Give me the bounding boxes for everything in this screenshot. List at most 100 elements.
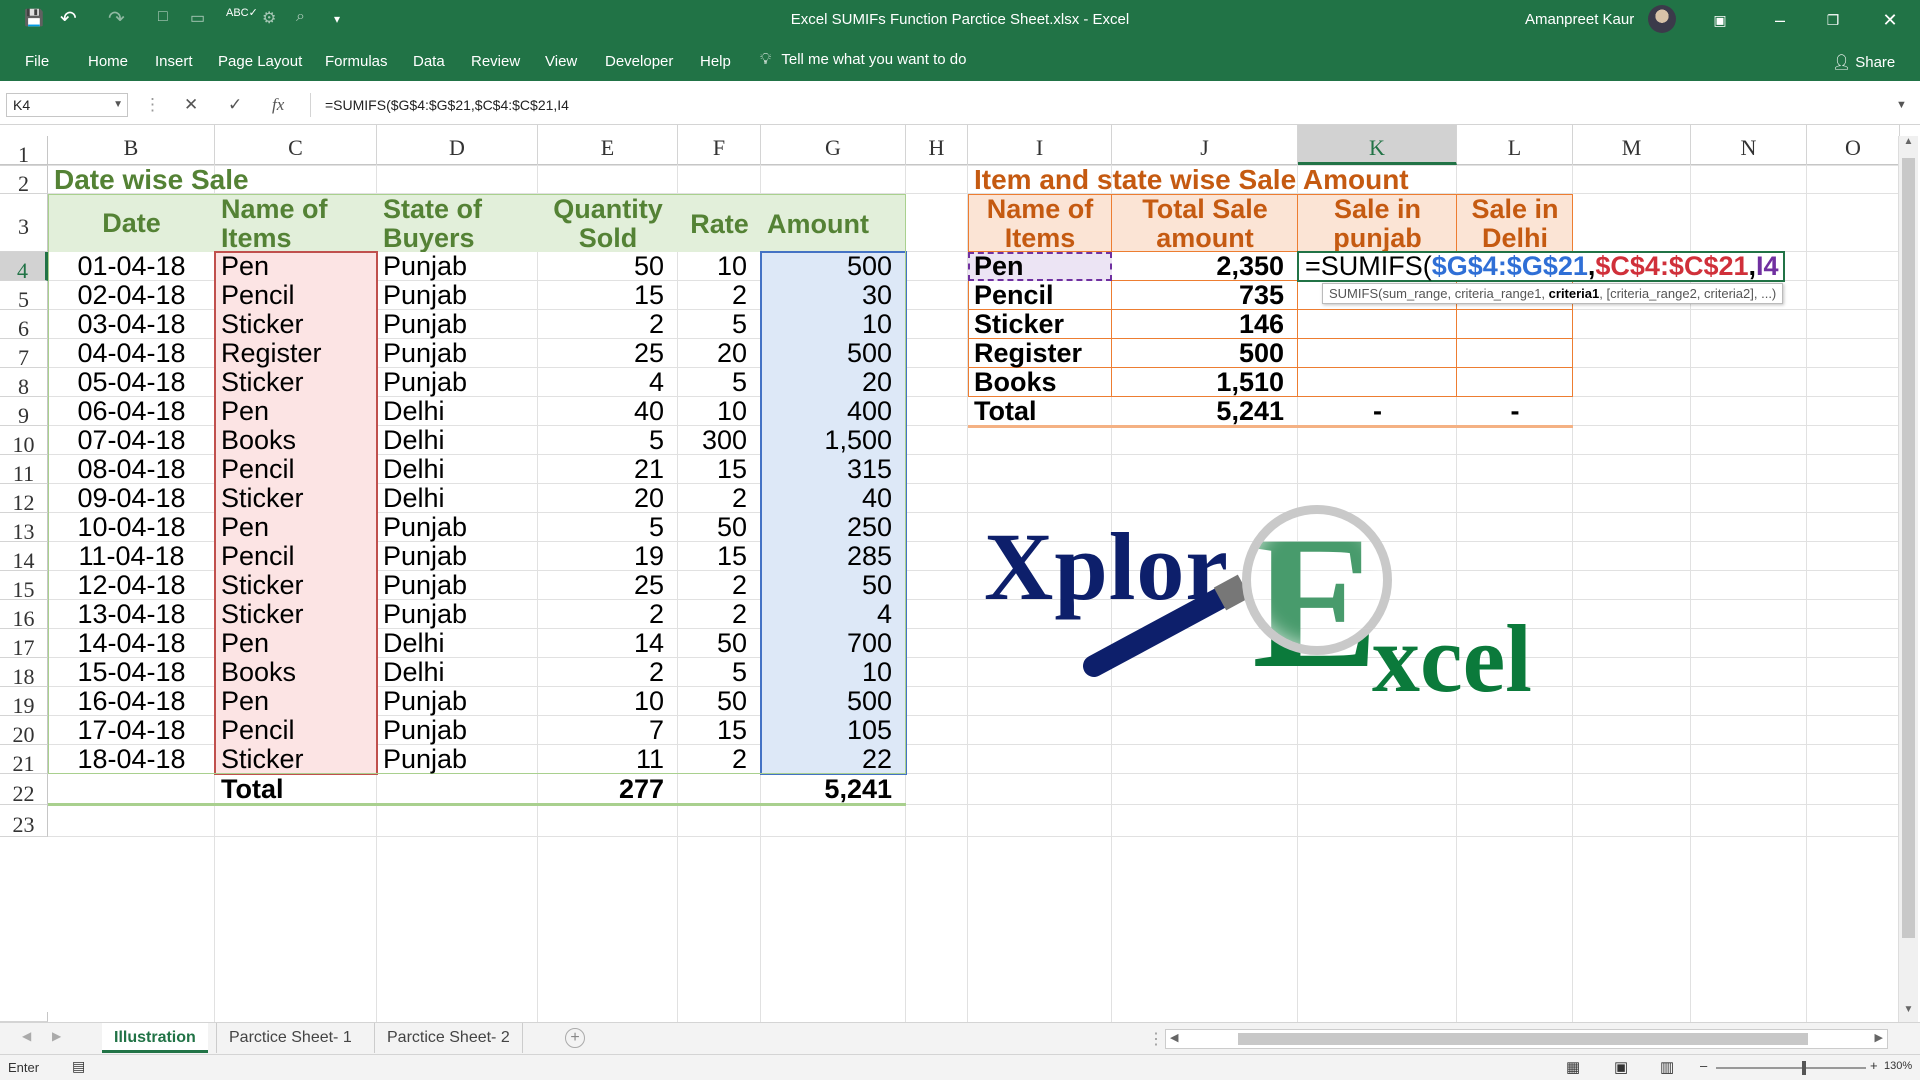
next-sheet-icon[interactable]: ▶ xyxy=(52,1029,61,1043)
cell-qty[interactable]: 10 xyxy=(538,687,678,716)
tab-data[interactable]: Data xyxy=(413,53,445,70)
cell-date[interactable]: 14-04-18 xyxy=(48,629,215,658)
cell-amount[interactable]: 250 xyxy=(761,513,906,542)
active-cell-editor[interactable]: =SUMIFS($G$4:$G$21,$C$4:$C$21,I4 xyxy=(1297,251,1785,282)
cell-item[interactable]: Pen xyxy=(215,513,377,542)
cell-rate[interactable]: 5 xyxy=(678,368,761,397)
cell-amount[interactable]: 500 xyxy=(761,252,906,281)
cell-state[interactable]: Punjab xyxy=(377,571,538,600)
cell-r-total[interactable]: 735 xyxy=(1112,281,1298,310)
scroll-down-icon[interactable]: ▼ xyxy=(1899,1004,1918,1022)
header-r-delhi[interactable]: Sale in Delhi xyxy=(1457,194,1573,253)
cell-amount[interactable]: 30 xyxy=(761,281,906,310)
row-header-5[interactable]: 5 xyxy=(0,281,48,312)
row-header-10[interactable]: 10 xyxy=(0,426,48,457)
cell-qty[interactable]: 25 xyxy=(538,339,678,368)
cell-date[interactable]: 07-04-18 xyxy=(48,426,215,455)
sheet-tab-illustration[interactable]: Illustration xyxy=(102,1023,208,1053)
cell-date[interactable]: 01-04-18 xyxy=(48,252,215,281)
row-header-12[interactable]: 12 xyxy=(0,484,48,515)
cell-r-total[interactable]: 146 xyxy=(1112,310,1298,339)
row-header-16[interactable]: 16 xyxy=(0,600,48,631)
function-tooltip[interactable]: SUMIFS(sum_range, criteria_range1, crite… xyxy=(1322,283,1784,304)
chevron-down-icon[interactable]: ▼ xyxy=(113,94,123,116)
expand-formula-bar-icon[interactable]: ▼ xyxy=(1896,99,1907,111)
cell-state[interactable]: Punjab xyxy=(377,310,538,339)
cell-item[interactable]: Pencil xyxy=(215,281,377,310)
tab-developer[interactable]: Developer xyxy=(605,53,673,70)
cell-date[interactable]: 11-04-18 xyxy=(48,542,215,571)
cell-date[interactable]: 06-04-18 xyxy=(48,397,215,426)
cell-qty[interactable]: 5 xyxy=(538,513,678,542)
cell-date[interactable]: 10-04-18 xyxy=(48,513,215,542)
left-table-title[interactable]: Date wise Sale xyxy=(48,166,538,194)
cell-r-total[interactable]: 500 xyxy=(1112,339,1298,368)
scroll-right-icon[interactable]: ▶ xyxy=(1875,1031,1883,1044)
scroll-left-icon[interactable]: ◀ xyxy=(1170,1031,1178,1044)
cell-rate[interactable]: 2 xyxy=(678,571,761,600)
cell-rate[interactable]: 2 xyxy=(678,600,761,629)
cell-item[interactable]: Pen xyxy=(215,629,377,658)
cell-qty[interactable]: 50 xyxy=(538,252,678,281)
cell-r-item[interactable]: Pencil xyxy=(968,281,1112,310)
cell-r-total[interactable]: 2,350 xyxy=(1112,252,1298,281)
cell-date[interactable]: 09-04-18 xyxy=(48,484,215,513)
col-header-h[interactable]: H xyxy=(906,125,968,165)
restore-icon[interactable]: ❐ xyxy=(1818,6,1848,34)
tab-insert[interactable]: Insert xyxy=(155,53,193,70)
cell-qty[interactable]: 2 xyxy=(538,310,678,339)
tab-review[interactable]: Review xyxy=(471,53,520,70)
cell-item[interactable]: Sticker xyxy=(215,368,377,397)
col-header-d[interactable]: D xyxy=(377,125,538,165)
cell-item[interactable]: Books xyxy=(215,658,377,687)
cell-state[interactable]: Punjab xyxy=(377,687,538,716)
header-state[interactable]: State of Buyers xyxy=(377,194,538,253)
cell-state[interactable]: Delhi xyxy=(377,484,538,513)
cell-rate[interactable]: 5 xyxy=(678,310,761,339)
cell-item[interactable]: Pen xyxy=(215,687,377,716)
cell-qty[interactable]: 40 xyxy=(538,397,678,426)
cell-total-qty[interactable]: 277 xyxy=(538,774,678,805)
row-header-11[interactable]: 11 xyxy=(0,455,48,486)
cell-date[interactable]: 02-04-18 xyxy=(48,281,215,310)
header-r-items[interactable]: Name of Items xyxy=(968,194,1112,253)
row-header-15[interactable]: 15 xyxy=(0,571,48,602)
cell-rate[interactable]: 2 xyxy=(678,281,761,310)
row-header-18[interactable]: 18 xyxy=(0,658,48,689)
cell-date[interactable]: 03-04-18 xyxy=(48,310,215,339)
tab-home[interactable]: Home xyxy=(88,53,128,70)
sheet-tab-practice-1[interactable]: Parctice Sheet- 1 xyxy=(216,1023,364,1053)
cell-date[interactable]: 18-04-18 xyxy=(48,745,215,774)
cell-amount[interactable]: 50 xyxy=(761,571,906,600)
cell-amount[interactable]: 700 xyxy=(761,629,906,658)
header-r-punjab[interactable]: Sale in punjab xyxy=(1298,194,1457,253)
cell-r-total-punjab[interactable]: - xyxy=(1298,397,1457,426)
cell-state[interactable]: Punjab xyxy=(377,716,538,745)
cell-item[interactable]: Books xyxy=(215,426,377,455)
formula-input[interactable]: =SUMIFS($G$4:$G$21,$C$4:$C$21,I4 xyxy=(310,93,1910,117)
cell-amount[interactable]: 10 xyxy=(761,310,906,339)
cell-qty[interactable]: 11 xyxy=(538,745,678,774)
col-header-l[interactable]: L xyxy=(1457,125,1573,165)
horizontal-scrollbar[interactable]: ◀ ▶ xyxy=(1165,1029,1888,1049)
header-date[interactable]: Date xyxy=(48,194,215,252)
cell-rate[interactable]: 20 xyxy=(678,339,761,368)
cell-r-item[interactable]: Pen xyxy=(968,252,1112,281)
cell-qty[interactable]: 5 xyxy=(538,426,678,455)
cell-qty[interactable]: 4 xyxy=(538,368,678,397)
cell-state[interactable]: Punjab xyxy=(377,339,538,368)
cell-r-item[interactable]: Sticker xyxy=(968,310,1112,339)
cell-state[interactable]: Delhi xyxy=(377,397,538,426)
cell-item[interactable]: Pen xyxy=(215,397,377,426)
cell-r-item[interactable]: Register xyxy=(968,339,1112,368)
tab-formulas[interactable]: Formulas xyxy=(325,53,388,70)
cell-amount[interactable]: 285 xyxy=(761,542,906,571)
worksheet-grid[interactable]: Date wise Sale Date Name of Items State of … xyxy=(48,165,1898,1022)
cell-date[interactable]: 04-04-18 xyxy=(48,339,215,368)
cell-state[interactable]: Delhi xyxy=(377,658,538,687)
row-header-7[interactable]: 7 xyxy=(0,339,48,370)
cell-amount[interactable]: 40 xyxy=(761,484,906,513)
cell-item[interactable]: Pen xyxy=(215,252,377,281)
cell-item[interactable]: Sticker xyxy=(215,600,377,629)
cell-rate[interactable]: 50 xyxy=(678,687,761,716)
